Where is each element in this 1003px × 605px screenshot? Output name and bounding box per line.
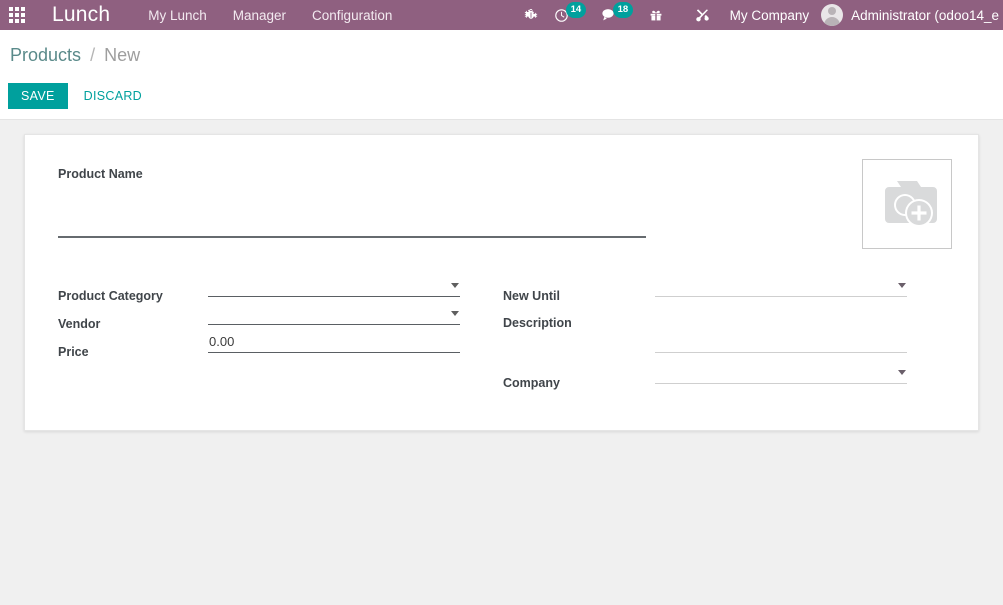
form-view-background: Product Name Product Category Vendor Pri…	[0, 121, 1003, 605]
user-menu[interactable]: Administrator (odoo14_e	[821, 4, 1003, 26]
control-panel-buttons: SAVE DISCARD	[8, 83, 152, 109]
breadcrumb-separator: /	[90, 45, 96, 65]
breadcrumb-item-new: New	[104, 45, 141, 65]
company-label: Company	[503, 376, 560, 390]
gift-icon[interactable]	[641, 0, 671, 30]
breadcrumb: Products / New	[10, 45, 140, 66]
save-button[interactable]: SAVE	[8, 83, 68, 109]
vendor-input[interactable]	[208, 306, 460, 325]
tools-icon[interactable]	[687, 0, 718, 30]
discard-button[interactable]: DISCARD	[74, 83, 152, 109]
user-name-label: Administrator (odoo14_e	[851, 7, 999, 23]
new-until-label: New Until	[503, 289, 560, 303]
menu-item-my-lunch[interactable]: My Lunch	[148, 4, 207, 27]
navbar-systray: 14 18 My Company Administrator (odoo14_e	[516, 0, 1003, 30]
avatar	[821, 4, 844, 26]
menu-item-manager[interactable]: Manager	[233, 4, 286, 27]
price-label: Price	[58, 345, 89, 359]
form-sheet: Product Name Product Category Vendor Pri…	[24, 134, 979, 431]
camera-plus-icon	[885, 181, 937, 227]
vendor-chevron-down-icon[interactable]	[451, 311, 459, 316]
company-switcher[interactable]: My Company	[718, 8, 822, 23]
apps-grid-glyph	[9, 7, 25, 23]
app-brand-title[interactable]: Lunch	[52, 3, 110, 27]
messages-count-badge: 18	[612, 2, 634, 18]
vendor-label: Vendor	[58, 317, 101, 331]
top-navbar: Lunch My Lunch Manager Configuration 14 …	[0, 0, 1003, 30]
product-category-label: Product Category	[58, 289, 163, 303]
company-input[interactable]	[655, 365, 907, 384]
apps-grid-icon[interactable]	[0, 0, 34, 30]
description-textarea[interactable]	[655, 305, 907, 353]
product-name-label: Product Name	[58, 167, 143, 181]
main-menu: My Lunch Manager Configuration	[148, 4, 392, 27]
description-label: Description	[503, 316, 572, 330]
product-name-input[interactable]	[58, 182, 646, 238]
breadcrumb-item-products[interactable]: Products	[10, 45, 81, 65]
new-until-input[interactable]	[655, 278, 907, 297]
activity-count-badge: 14	[565, 2, 587, 18]
product-category-chevron-down-icon[interactable]	[451, 283, 459, 288]
price-input[interactable]	[208, 334, 460, 353]
product-category-input[interactable]	[208, 278, 460, 297]
new-until-chevron-down-icon[interactable]	[898, 283, 906, 288]
company-chevron-down-icon[interactable]	[898, 370, 906, 375]
control-panel: Products / New SAVE DISCARD	[0, 30, 1003, 120]
menu-item-configuration[interactable]: Configuration	[312, 4, 392, 27]
activity-clock-icon[interactable]: 14	[546, 0, 587, 30]
messages-chat-icon[interactable]: 18	[593, 0, 634, 30]
bug-icon[interactable]	[516, 0, 546, 30]
image-upload-placeholder[interactable]	[862, 159, 952, 249]
